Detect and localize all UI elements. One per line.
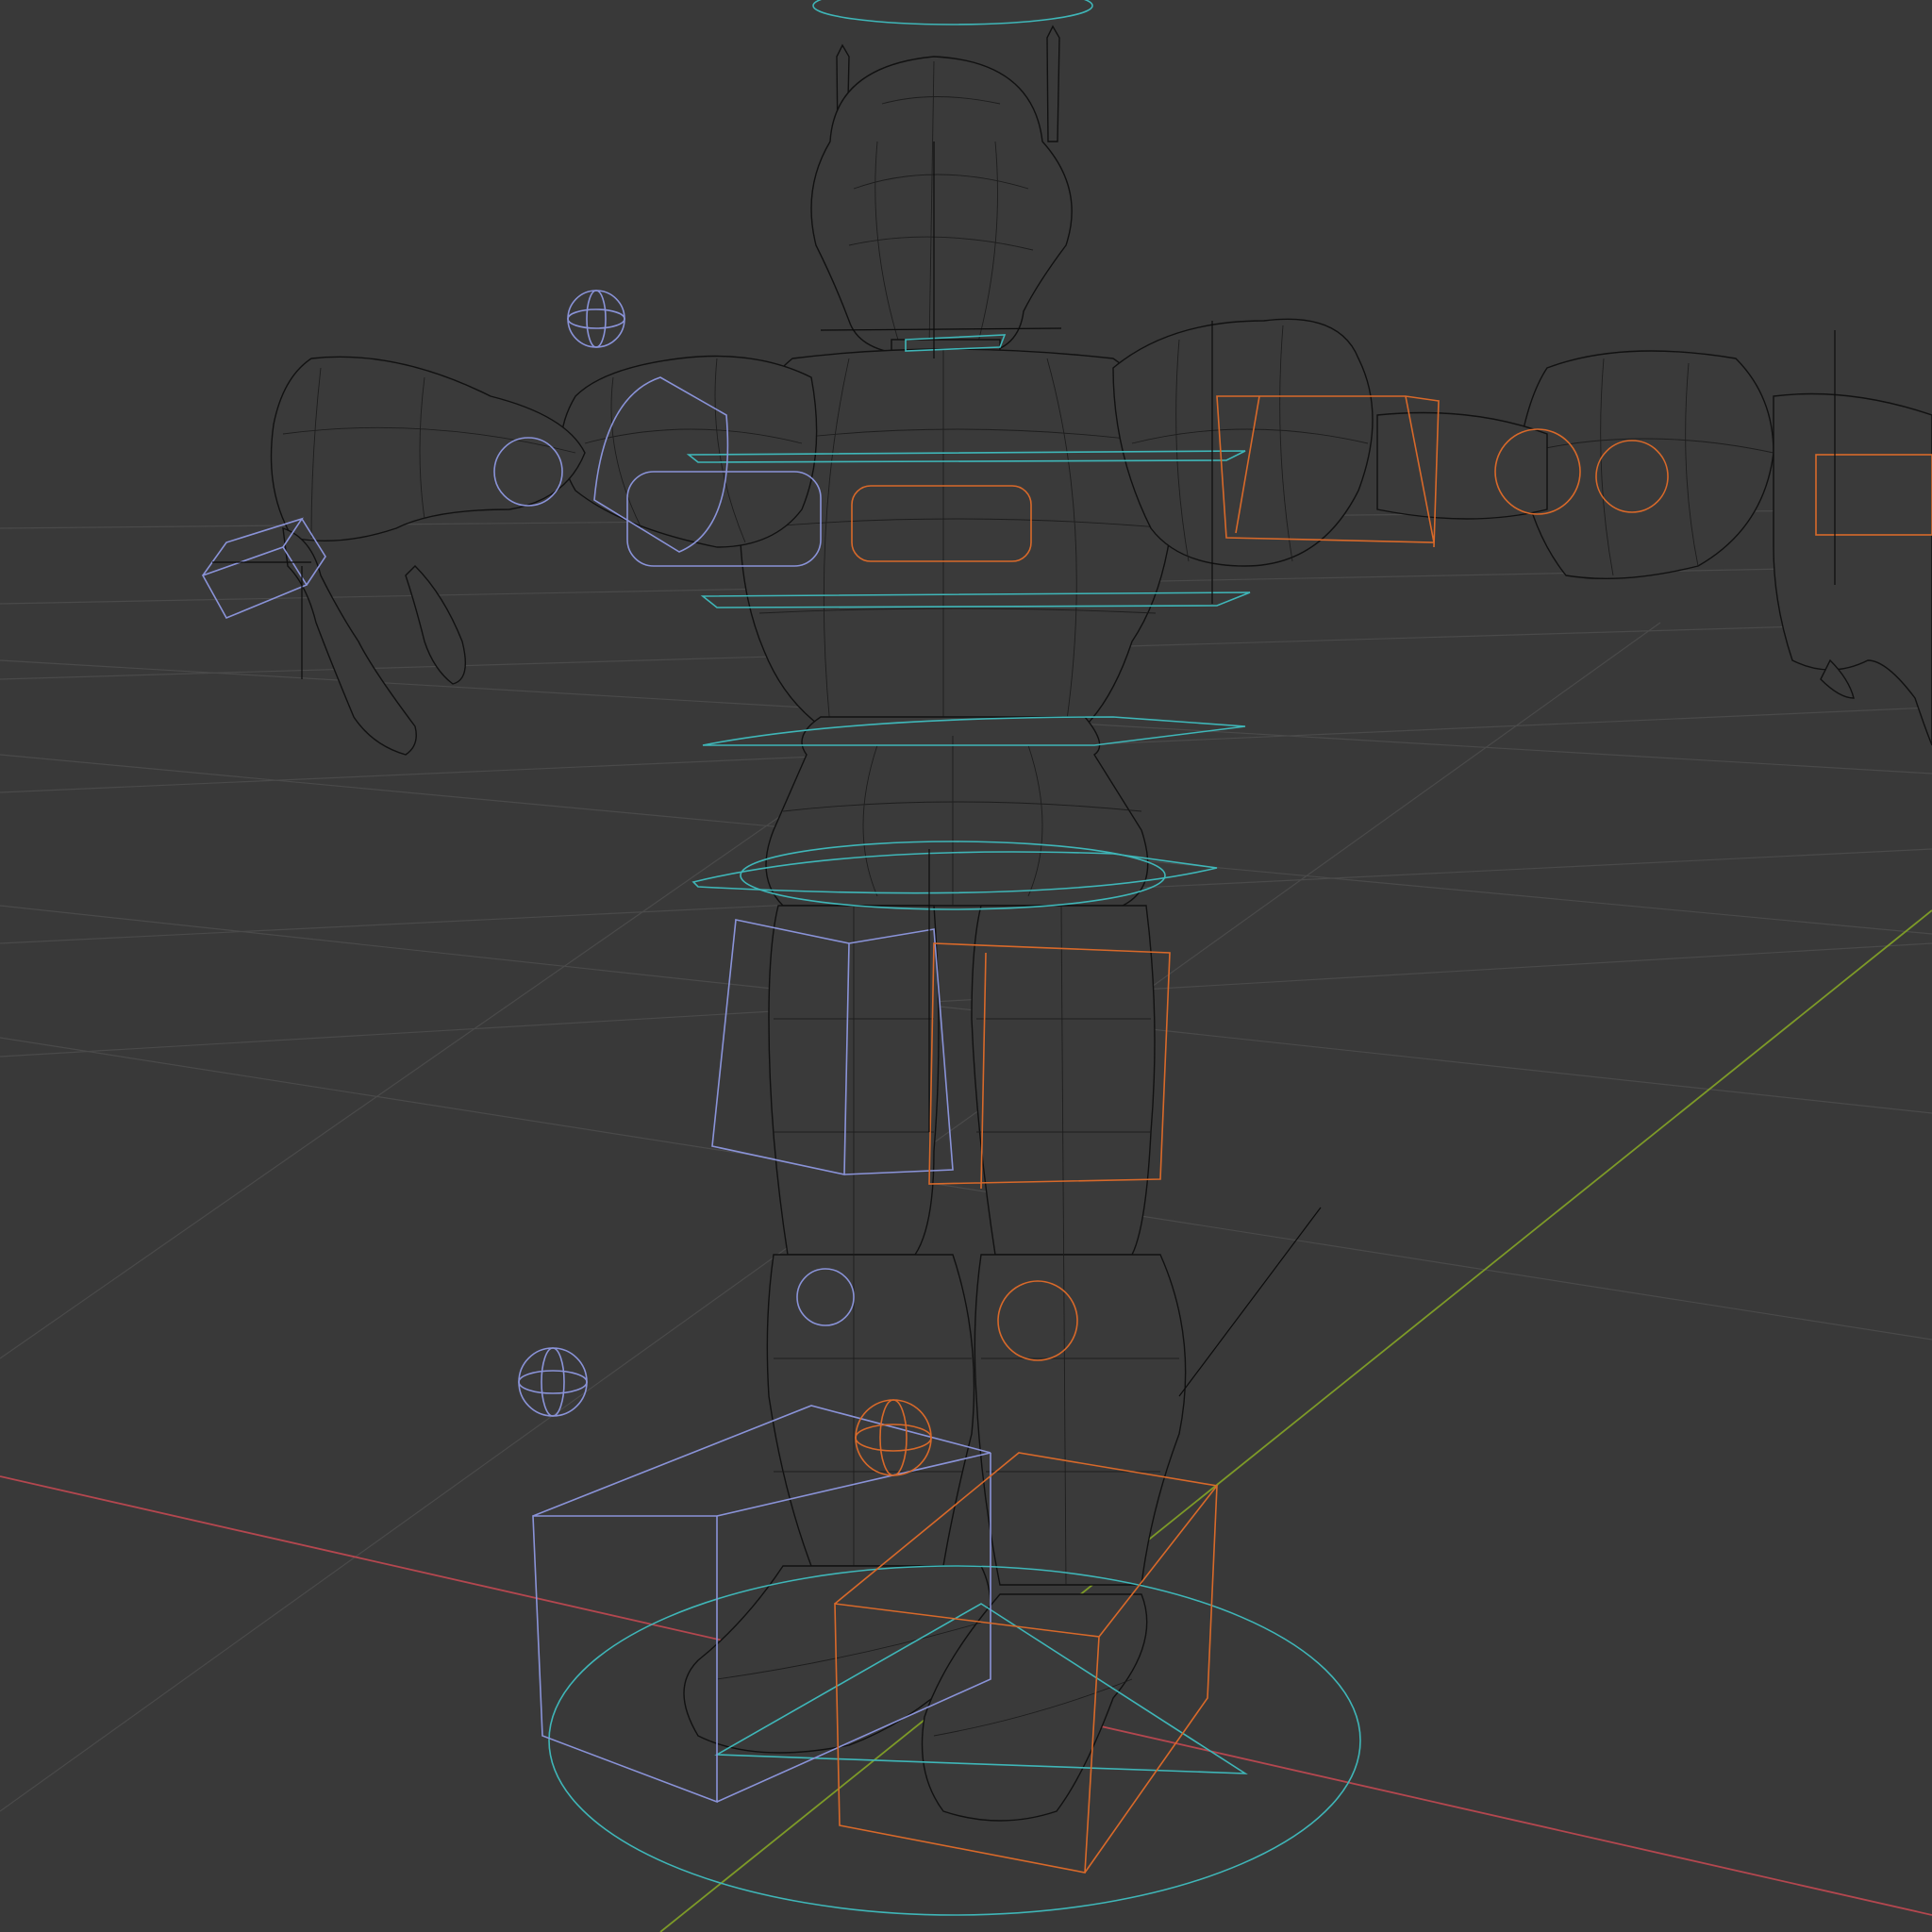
robot-forearm-right[interactable] (1518, 350, 1774, 580)
sphere-gizmo-icon[interactable] (518, 1347, 588, 1417)
robot-upper-arm-left[interactable] (560, 355, 818, 548)
3d-viewport[interactable] (0, 0, 1932, 1932)
robot-hand-right[interactable] (1773, 392, 1932, 746)
robot-forearm-left[interactable] (270, 356, 586, 542)
halo-ring-icon[interactable] (812, 0, 1093, 25)
sphere-gizmo-icon[interactable] (567, 290, 625, 348)
robot-mesh[interactable] (270, 25, 1932, 1822)
robot-upper-arm-right[interactable] (1112, 318, 1374, 567)
viewport-canvas[interactable] (0, 0, 1932, 1932)
robot-head[interactable] (810, 56, 1073, 355)
